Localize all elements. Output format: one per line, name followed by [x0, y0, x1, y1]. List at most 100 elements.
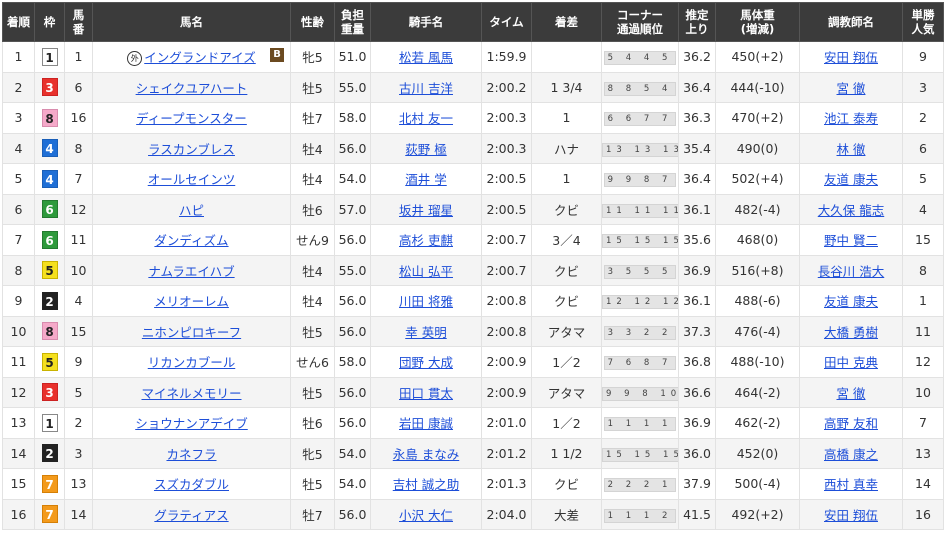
trainer-link[interactable]: 友道 康夫 — [824, 172, 878, 187]
col-header-weight: 負担 重量 — [334, 2, 371, 42]
horse-name-link[interactable]: ニホンピロキーフ — [142, 325, 241, 340]
last-3f: 36.0 — [678, 438, 716, 469]
trainer-link[interactable]: 林 徹 — [837, 142, 866, 157]
horse-name-link[interactable]: ショウナンアデイブ — [135, 416, 248, 431]
waku-cell: 1 — [34, 41, 65, 73]
jockey-link[interactable]: 高杉 吏麒 — [399, 233, 453, 248]
last-3f: 35.6 — [678, 224, 716, 256]
trainer-link[interactable]: 池江 泰寿 — [824, 111, 878, 126]
trainer-link[interactable]: 野中 賢二 — [824, 233, 878, 248]
jockey-cell: 北村 友一 — [370, 102, 482, 134]
horse-name-link[interactable]: ラスカンブレス — [148, 142, 235, 157]
horse-name-link[interactable]: マイネルメモリー — [141, 386, 241, 401]
race-time: 2:00.5 — [481, 163, 532, 195]
horse-number: 4 — [64, 285, 93, 317]
sex-age: せん9 — [290, 224, 335, 256]
last-3f: 36.4 — [678, 72, 716, 103]
trainer-link[interactable]: 宮 徹 — [837, 81, 866, 96]
jockey-link[interactable]: 岩田 康誠 — [399, 416, 453, 431]
jockey-link[interactable]: 団野 大成 — [399, 355, 453, 370]
jockey-link[interactable]: 松若 風馬 — [399, 50, 453, 65]
trainer-cell: 大橋 勇樹 — [799, 316, 903, 347]
waku-cell: 7 — [34, 468, 65, 500]
horse-name-cell: 外イングランドアイズ B — [92, 41, 291, 73]
jockey-link[interactable]: 北村 友一 — [399, 111, 453, 126]
corner-cell: 5 4 4 5 — [601, 41, 679, 73]
jockey-link[interactable]: 松山 弘平 — [399, 264, 453, 279]
last-3f: 36.1 — [678, 194, 716, 225]
corner-cell: 15 15 15 15 — [601, 224, 679, 256]
horse-name-link[interactable]: リカンカブール — [148, 355, 236, 370]
waku-badge: 6 — [41, 230, 58, 249]
horse-name-cell: マイネルメモリー — [92, 377, 291, 408]
jockey-link[interactable]: 荻野 極 — [405, 142, 446, 157]
horse-number: 2 — [64, 407, 93, 439]
corner-cell: 11 11 11 11 — [601, 194, 679, 225]
trainer-link[interactable]: 西村 真幸 — [824, 477, 878, 492]
jockey-link[interactable]: 小沢 大仁 — [399, 508, 453, 523]
trainer-link[interactable]: 田中 克典 — [824, 355, 878, 370]
horse-name-link[interactable]: オールセインツ — [148, 172, 236, 187]
trainer-cell: 宮 徹 — [799, 72, 903, 103]
jockey-link[interactable]: 酒井 学 — [405, 172, 446, 187]
finish-order: 11 — [2, 346, 35, 378]
horse-name-link[interactable]: ダンディズム — [154, 233, 228, 248]
body-weight: 482(-4) — [715, 194, 800, 225]
trainer-link[interactable]: 安田 翔伍 — [824, 50, 878, 65]
body-weight: 462(-2) — [715, 407, 800, 439]
corner-positions: 12 12 12 12 — [602, 295, 678, 310]
corner-cell: 12 12 12 12 — [601, 285, 679, 317]
jockey-link[interactable]: 川田 将雅 — [399, 294, 453, 309]
race-time: 2:00.3 — [481, 133, 532, 164]
last-3f: 41.5 — [678, 499, 716, 530]
waku-badge: 8 — [41, 108, 58, 127]
horse-name-link[interactable]: ナムラエイハブ — [148, 264, 234, 279]
horse-name-link[interactable]: スズカダブル — [154, 477, 229, 492]
horse-name-link[interactable]: ディープモンスター — [136, 111, 247, 126]
horse-name-link[interactable]: グラティアス — [154, 508, 228, 523]
trainer-link[interactable]: 大久保 龍志 — [818, 203, 884, 218]
horse-name-cell: ハピ — [92, 194, 291, 225]
horse-name-link[interactable]: イングランドアイズ — [144, 50, 256, 65]
waku-badge: 8 — [41, 322, 58, 341]
trainer-link[interactable]: 長谷川 浩大 — [818, 264, 884, 279]
horse-name-link[interactable]: メリオーレム — [154, 294, 229, 309]
trainer-link[interactable]: 安田 翔伍 — [824, 508, 878, 523]
finish-order: 7 — [2, 224, 35, 256]
horse-name-link[interactable]: カネフラ — [166, 447, 216, 462]
waku-cell: 2 — [34, 285, 65, 317]
trainer-link[interactable]: 高橋 康之 — [824, 447, 878, 462]
jockey-link[interactable]: 吉村 誠之助 — [393, 477, 459, 492]
horse-number: 5 — [64, 377, 93, 408]
col-header-corner: コーナー 通過順位 — [601, 2, 679, 42]
trainer-cell: 池江 泰寿 — [799, 102, 903, 134]
horse-name-cell: ニホンピロキーフ — [92, 316, 291, 347]
jockey-link[interactable]: 古川 吉洋 — [399, 81, 453, 96]
corner-positions: 15 15 15 16 — [602, 447, 678, 462]
jockey-link[interactable]: 坂井 瑠星 — [399, 203, 453, 218]
finish-order: 5 — [2, 163, 35, 195]
jockey-link[interactable]: 永島 まなみ — [393, 447, 459, 462]
horse-number: 11 — [64, 224, 93, 256]
trainer-link[interactable]: 高野 友和 — [824, 416, 878, 431]
jockey-link[interactable]: 田口 貫太 — [399, 386, 453, 401]
horse-name-link[interactable]: シェイクユアハート — [136, 81, 248, 96]
horse-name-cell: ラスカンブレス — [92, 133, 291, 164]
col-header-popularity: 単勝 人気 — [902, 2, 944, 42]
body-weight: 468(0) — [715, 224, 800, 256]
trainer-link[interactable]: 大橋 勇樹 — [824, 325, 878, 340]
race-time: 1:59.9 — [481, 41, 532, 73]
horse-name-cell: カネフラ — [92, 438, 291, 469]
last-3f: 36.6 — [678, 377, 716, 408]
horse-name-link[interactable]: ハピ — [179, 203, 204, 218]
trainer-link[interactable]: 友道 康夫 — [824, 294, 878, 309]
sex-age: せん6 — [290, 346, 335, 378]
trainer-link[interactable]: 宮 徹 — [837, 386, 866, 401]
body-weight: 450(+2) — [715, 41, 800, 73]
jockey-cell: 松若 風馬 — [370, 41, 482, 73]
race-time: 2:00.2 — [481, 72, 532, 103]
body-weight: 444(-10) — [715, 72, 800, 103]
waku-cell: 7 — [34, 499, 65, 530]
jockey-link[interactable]: 幸 英明 — [405, 325, 446, 340]
sex-age: 牡5 — [290, 468, 335, 500]
